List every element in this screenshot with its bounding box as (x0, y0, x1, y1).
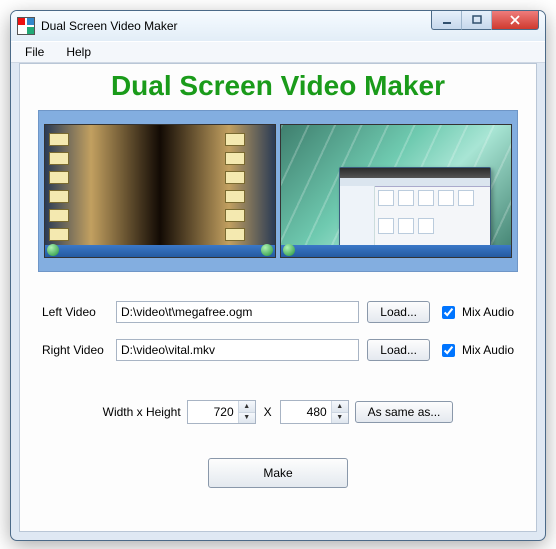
menu-bar: File Help (11, 41, 545, 63)
right-video-label: Right Video (42, 343, 108, 357)
dimensions-row: Width x Height ▲ ▼ X ▲ ▼ As same as... (20, 400, 536, 424)
dimensions-label: Width x Height (103, 405, 181, 419)
right-video-row: Right Video Load... Mix Audio (42, 336, 514, 364)
width-input[interactable] (188, 401, 238, 423)
close-button[interactable] (491, 10, 539, 30)
width-spinner[interactable]: ▲ ▼ (187, 400, 256, 424)
minimize-icon (442, 15, 452, 25)
window-title: Dual Screen Video Maker (41, 19, 178, 33)
height-down-button[interactable]: ▼ (332, 413, 348, 424)
left-mix-audio-label: Mix Audio (462, 305, 514, 319)
close-icon (509, 15, 521, 25)
width-down-button[interactable]: ▼ (239, 413, 255, 424)
preview-panel (38, 110, 518, 272)
client-area: Dual Screen Video Maker (19, 63, 537, 532)
height-up-button[interactable]: ▲ (332, 401, 348, 413)
right-video-path-input[interactable] (116, 339, 359, 361)
height-input[interactable] (281, 401, 331, 423)
left-video-path-input[interactable] (116, 301, 359, 323)
as-same-as-button[interactable]: As same as... (355, 401, 454, 423)
right-mix-audio-checkbox[interactable]: Mix Audio (438, 341, 514, 360)
make-button[interactable]: Make (208, 458, 348, 488)
right-mix-audio-label: Mix Audio (462, 343, 514, 357)
app-banner: Dual Screen Video Maker (20, 70, 536, 102)
right-video-thumbnail (281, 125, 511, 257)
height-spinner[interactable]: ▲ ▼ (280, 400, 349, 424)
title-bar[interactable]: Dual Screen Video Maker (11, 11, 545, 41)
window-controls (431, 16, 539, 36)
app-icon (17, 17, 35, 35)
left-video-label: Left Video (42, 305, 108, 319)
width-up-button[interactable]: ▲ (239, 401, 255, 413)
maximize-icon (472, 15, 482, 25)
maximize-button[interactable] (461, 10, 491, 30)
right-load-button[interactable]: Load... (367, 339, 430, 361)
minimize-button[interactable] (431, 10, 461, 30)
left-video-thumbnail (45, 125, 275, 257)
right-mix-audio-input[interactable] (442, 344, 455, 357)
app-window: Dual Screen Video Maker File Help Dual S… (10, 10, 546, 541)
left-mix-audio-checkbox[interactable]: Mix Audio (438, 303, 514, 322)
menu-help[interactable]: Help (56, 43, 101, 61)
left-video-row: Left Video Load... Mix Audio (42, 298, 514, 326)
dimension-separator: X (262, 405, 274, 419)
left-mix-audio-input[interactable] (442, 306, 455, 319)
menu-file[interactable]: File (15, 43, 54, 61)
left-load-button[interactable]: Load... (367, 301, 430, 323)
